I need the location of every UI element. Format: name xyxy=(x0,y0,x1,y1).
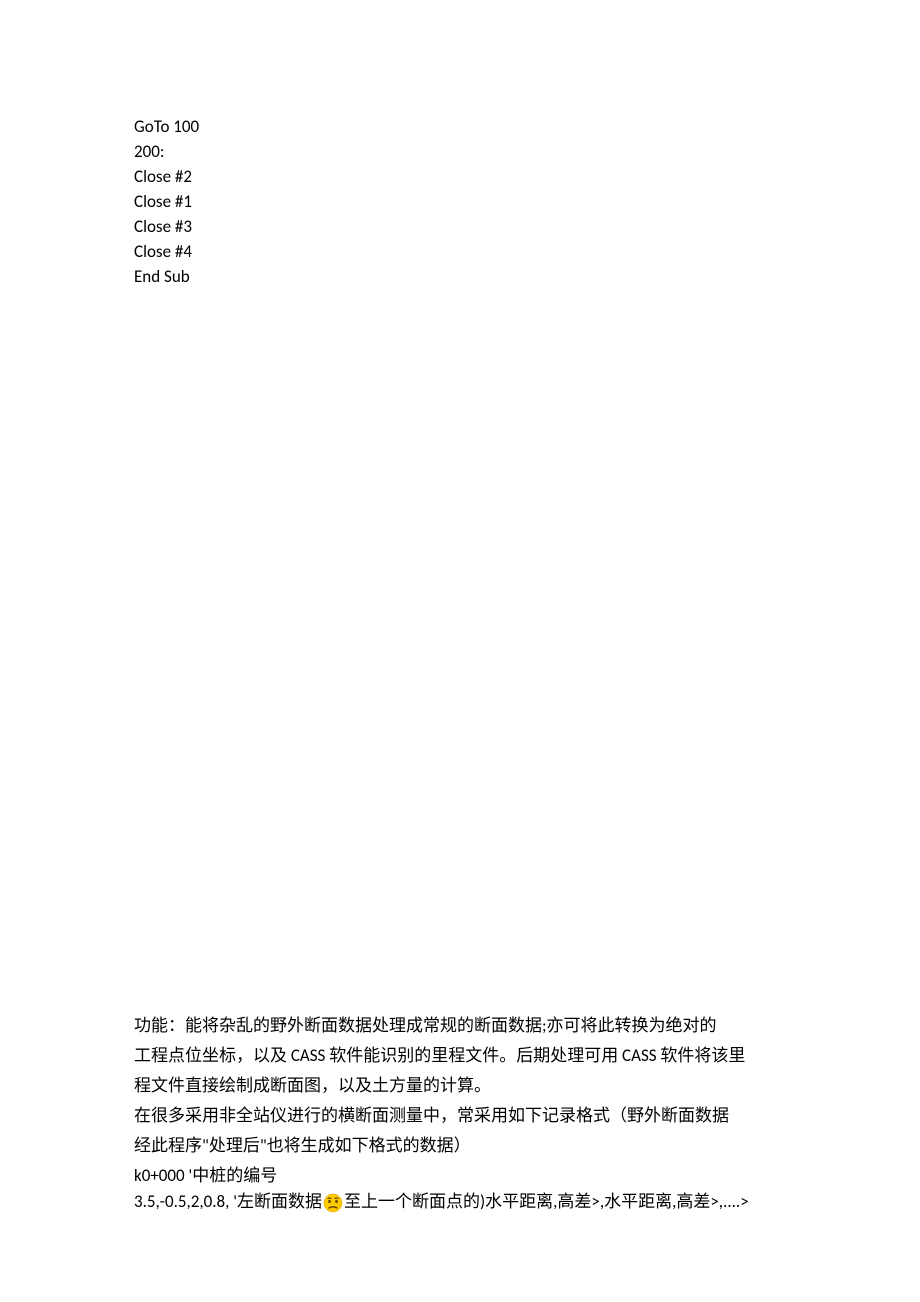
code-line: Close #1 xyxy=(134,189,806,214)
text-line: 功能：能将杂乱的野外断面数据处理成常规的断面数据;亦可将此转换为绝对的 xyxy=(134,1011,806,1041)
data-format-line: 3.5,-0.5,2,0.8, '左断面数据 至上一个断面点的)水平距离,高差>… xyxy=(134,1187,806,1217)
text-line: 经此程序"处理后"也将生成如下格式的数据） xyxy=(134,1131,806,1161)
data-prefix: 3.5,-0.5,2,0.8, '左断面数据 xyxy=(134,1191,322,1212)
text-line: 工程点位坐标，以及 CASS 软件能识别的里程文件。后期处理可用 CASS 软件… xyxy=(134,1041,806,1071)
data-suffix: 至上一个断面点的)水平距离,高差>,水平距离,高差>,....> xyxy=(344,1191,749,1212)
code-line: 200: xyxy=(134,139,806,164)
description-paragraph: 功能：能将杂乱的野外断面数据处理成常规的断面数据;亦可将此转换为绝对的 工程点位… xyxy=(134,1011,806,1191)
code-line: End Sub xyxy=(134,264,806,289)
text-line: 程文件直接绘制成断面图，以及土方量的计算。 xyxy=(134,1071,806,1101)
code-block: GoTo 100 200: Close #2 Close #1 Close #3… xyxy=(0,0,920,289)
text-line: 在很多采用非全站仪进行的横断面测量中，常采用如下记录格式（野外断面数据 xyxy=(134,1101,806,1131)
code-line: Close #2 xyxy=(134,164,806,189)
code-line: Close #3 xyxy=(134,214,806,239)
worried-face-icon xyxy=(323,1193,343,1213)
code-line: GoTo 100 xyxy=(134,114,806,139)
code-line: Close #4 xyxy=(134,239,806,264)
